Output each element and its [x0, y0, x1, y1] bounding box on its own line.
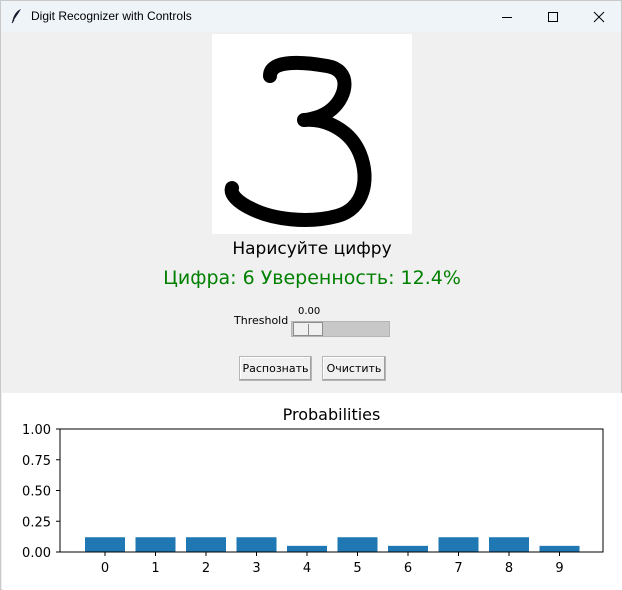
bar-9	[539, 545, 580, 552]
x-tick-label: 1	[151, 561, 159, 576]
bar-8	[489, 537, 529, 552]
x-tick-label: 4	[303, 561, 311, 576]
close-button[interactable]	[576, 1, 622, 32]
bar-6	[388, 545, 428, 552]
x-tick-label: 9	[555, 561, 563, 576]
threshold-slider[interactable]	[291, 321, 390, 337]
close-icon	[593, 11, 605, 22]
bar-3	[236, 537, 277, 552]
bar-5	[337, 537, 378, 552]
slider-grip	[308, 324, 309, 335]
bar-7	[438, 537, 479, 552]
drawing-canvas[interactable]	[212, 34, 412, 234]
x-tick-label: 6	[404, 561, 412, 576]
recognize-button[interactable]: Распознать	[239, 356, 312, 381]
threshold-label: Threshold	[234, 314, 289, 327]
y-tick-label: 1.00	[22, 423, 51, 438]
threshold-slider-handle[interactable]	[293, 322, 323, 336]
app-window: Digit Recognizer with Controls Нарисуйте…	[0, 0, 622, 590]
y-tick-label: 0.25	[22, 515, 51, 530]
x-tick-label: 2	[202, 561, 210, 576]
threshold-value: 0.00	[298, 306, 321, 317]
x-tick-label: 8	[505, 561, 513, 576]
maximize-icon	[548, 11, 558, 22]
plot-frame	[59, 428, 604, 553]
x-tick-label: 3	[252, 561, 260, 576]
recognition-result: Цифра: 6 Уверенность: 12.4%	[163, 267, 461, 289]
chart-title: Probabilities	[283, 405, 381, 424]
drawn-digit-stroke	[224, 55, 372, 227]
y-tick-label: 0.75	[22, 454, 51, 469]
window-title: Digit Recognizer with Controls	[31, 9, 192, 23]
probabilities-chart-svg: Probabilities 0.00 0.25 0.50 0.75 1.00 0 1 2 3 4 5 6…	[22, 405, 604, 576]
bar-2	[186, 537, 226, 552]
x-tick-label: 0	[101, 561, 109, 576]
x-tick-label: 5	[353, 561, 361, 576]
minimize-button[interactable]	[484, 1, 530, 32]
bar-4	[287, 545, 327, 552]
y-tick-label: 0.50	[22, 485, 51, 500]
draw-prompt: Нарисуйте цифру	[232, 239, 392, 259]
minimize-icon	[502, 16, 512, 18]
x-tick-label: 7	[454, 561, 462, 576]
clear-button[interactable]: Очистить	[322, 356, 386, 381]
maximize-button[interactable]	[530, 1, 576, 32]
bar-0	[85, 537, 125, 552]
bar-1	[135, 537, 176, 552]
feather-icon	[11, 9, 21, 24]
y-tick-label: 0.00	[22, 546, 51, 561]
title-bar[interactable]: Digit Recognizer with Controls	[1, 1, 621, 32]
probabilities-chart: Probabilities 0.00 0.25 0.50 0.75 1.00 0 1 2 3 4 5 6…	[2, 393, 622, 590]
